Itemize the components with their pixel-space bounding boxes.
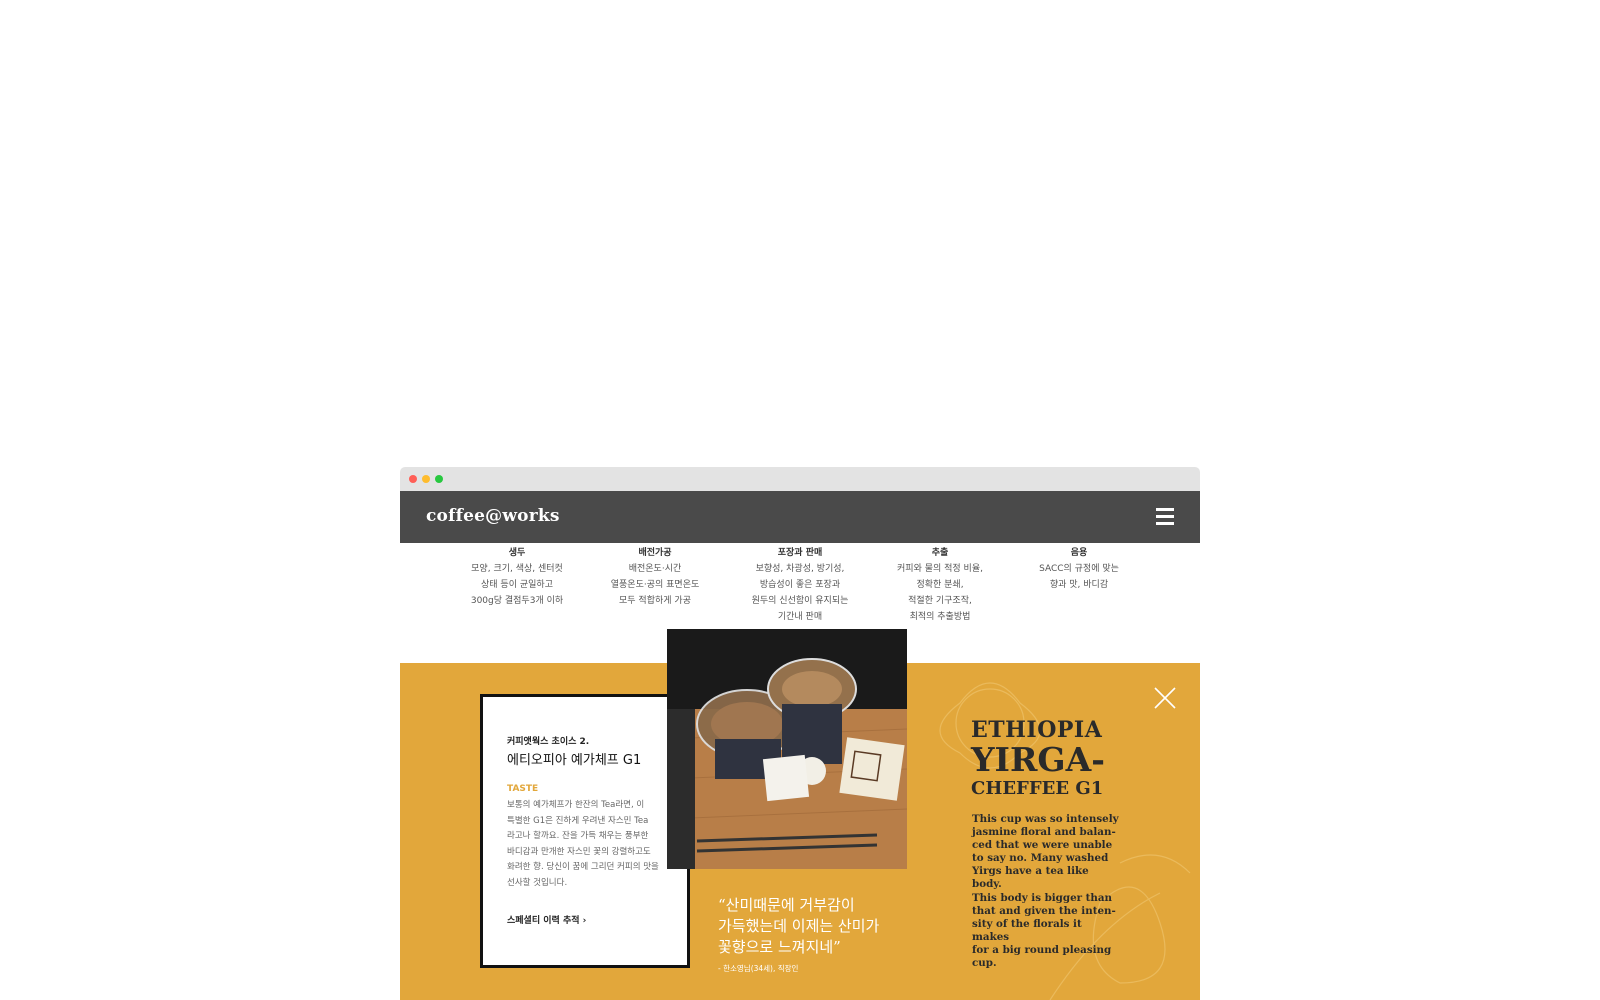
top-navbar: coffee@works	[400, 491, 1200, 543]
quote-author: - 한소영님(34세), 직장인	[718, 964, 799, 973]
step-extraction: 추출 커피와 물의 적정 비율, 정확한 분쇄, 적절한 기구조작, 최적의 추…	[870, 545, 1010, 625]
close-window-dot[interactable]	[409, 475, 417, 483]
step-title: 생두	[508, 548, 526, 558]
hamburger-menu-icon[interactable]	[1156, 508, 1174, 525]
step-text: 커피와 물의 적정 비율, 정확한 분쇄, 적절한 기구조작, 최적의 추출방법	[897, 564, 983, 622]
product-name: 에티오피아 예가체프 G1	[507, 753, 642, 768]
coffee-photo	[667, 629, 907, 869]
product-card: 커피앳웍스 초이스 2. 에티오피아 예가체프 G1 TASTE 보통의 예가체…	[480, 694, 690, 968]
traceability-link-label: 스페셜티 이력 추적	[507, 916, 580, 926]
taste-label: TASTE	[507, 784, 539, 794]
step-roasting: 배전가공 배전온도·시간 열풍온도·공의 표면온도 모두 적합하게 가공	[585, 545, 725, 609]
traceability-link[interactable]: 스페셜티 이력 추적 ›	[507, 913, 586, 926]
step-text: SACC의 규정에 맞는 향과 맛, 바디감	[1039, 564, 1119, 590]
customer-quote: “산미때문에 거부감이 가득했는데 이제는 산미가 꽃향으로 느껴지네”	[718, 896, 880, 956]
step-drinking: 음용 SACC의 규정에 맞는 향과 맛, 바디감	[1009, 545, 1149, 593]
step-text: 배전온도·시간 열풍온도·공의 표면온도 모두 적합하게 가공	[610, 564, 700, 606]
step-packaging: 포장과 판매 보향성, 차광성, 방기성, 방습성이 좋은 포장과 원두의 신선…	[730, 545, 870, 625]
card-subtitle: 커피앳웍스 초이스 2.	[507, 737, 590, 747]
step-text: 모양, 크기, 색상, 센터컷 상태 등이 균일하고 300g당 결점두3개 이…	[470, 564, 564, 606]
feature-title-line3: CHEFFEE G1	[971, 778, 1104, 799]
step-title: 추출	[931, 548, 949, 558]
feature-body: This cup was so intensely jasmine floral…	[972, 813, 1119, 970]
feature-title-line1: ETHIOPIA	[971, 717, 1103, 743]
step-green-bean: 생두 모양, 크기, 색상, 센터컷 상태 등이 균일하고 300g당 결점두3…	[447, 545, 587, 609]
step-title: 배전가공	[638, 548, 672, 558]
feature-title-line2: YIRGA-	[971, 740, 1105, 779]
chevron-right-icon: ›	[582, 916, 587, 926]
close-icon[interactable]	[1154, 687, 1176, 709]
iced-coffee-cups-illustration	[667, 629, 907, 869]
step-title: 음용	[1070, 548, 1088, 558]
step-text: 보향성, 차광성, 방기성, 방습성이 좋은 포장과 원두의 신선함이 유지되는…	[751, 564, 849, 622]
feature-title: ETHIOPIA YIRGA- CHEFFEE G1	[971, 719, 1105, 798]
product-description: 보통의 예가체프가 한잔의 Tea라면, 이 특별한 G1은 진하게 우려낸 자…	[507, 800, 659, 888]
quality-steps: 생두 모양, 크기, 색상, 센터컷 상태 등이 균일하고 300g당 결점두3…	[400, 545, 1200, 635]
step-title: 포장과 판매	[777, 548, 823, 558]
browser-window: coffee@works 생두 모양, 크기, 색상, 센터컷 상태 등이 균일…	[400, 467, 1200, 1000]
window-titlebar	[400, 467, 1200, 491]
maximize-window-dot[interactable]	[435, 475, 443, 483]
minimize-window-dot[interactable]	[422, 475, 430, 483]
brand-logo[interactable]: coffee@works	[426, 506, 560, 526]
